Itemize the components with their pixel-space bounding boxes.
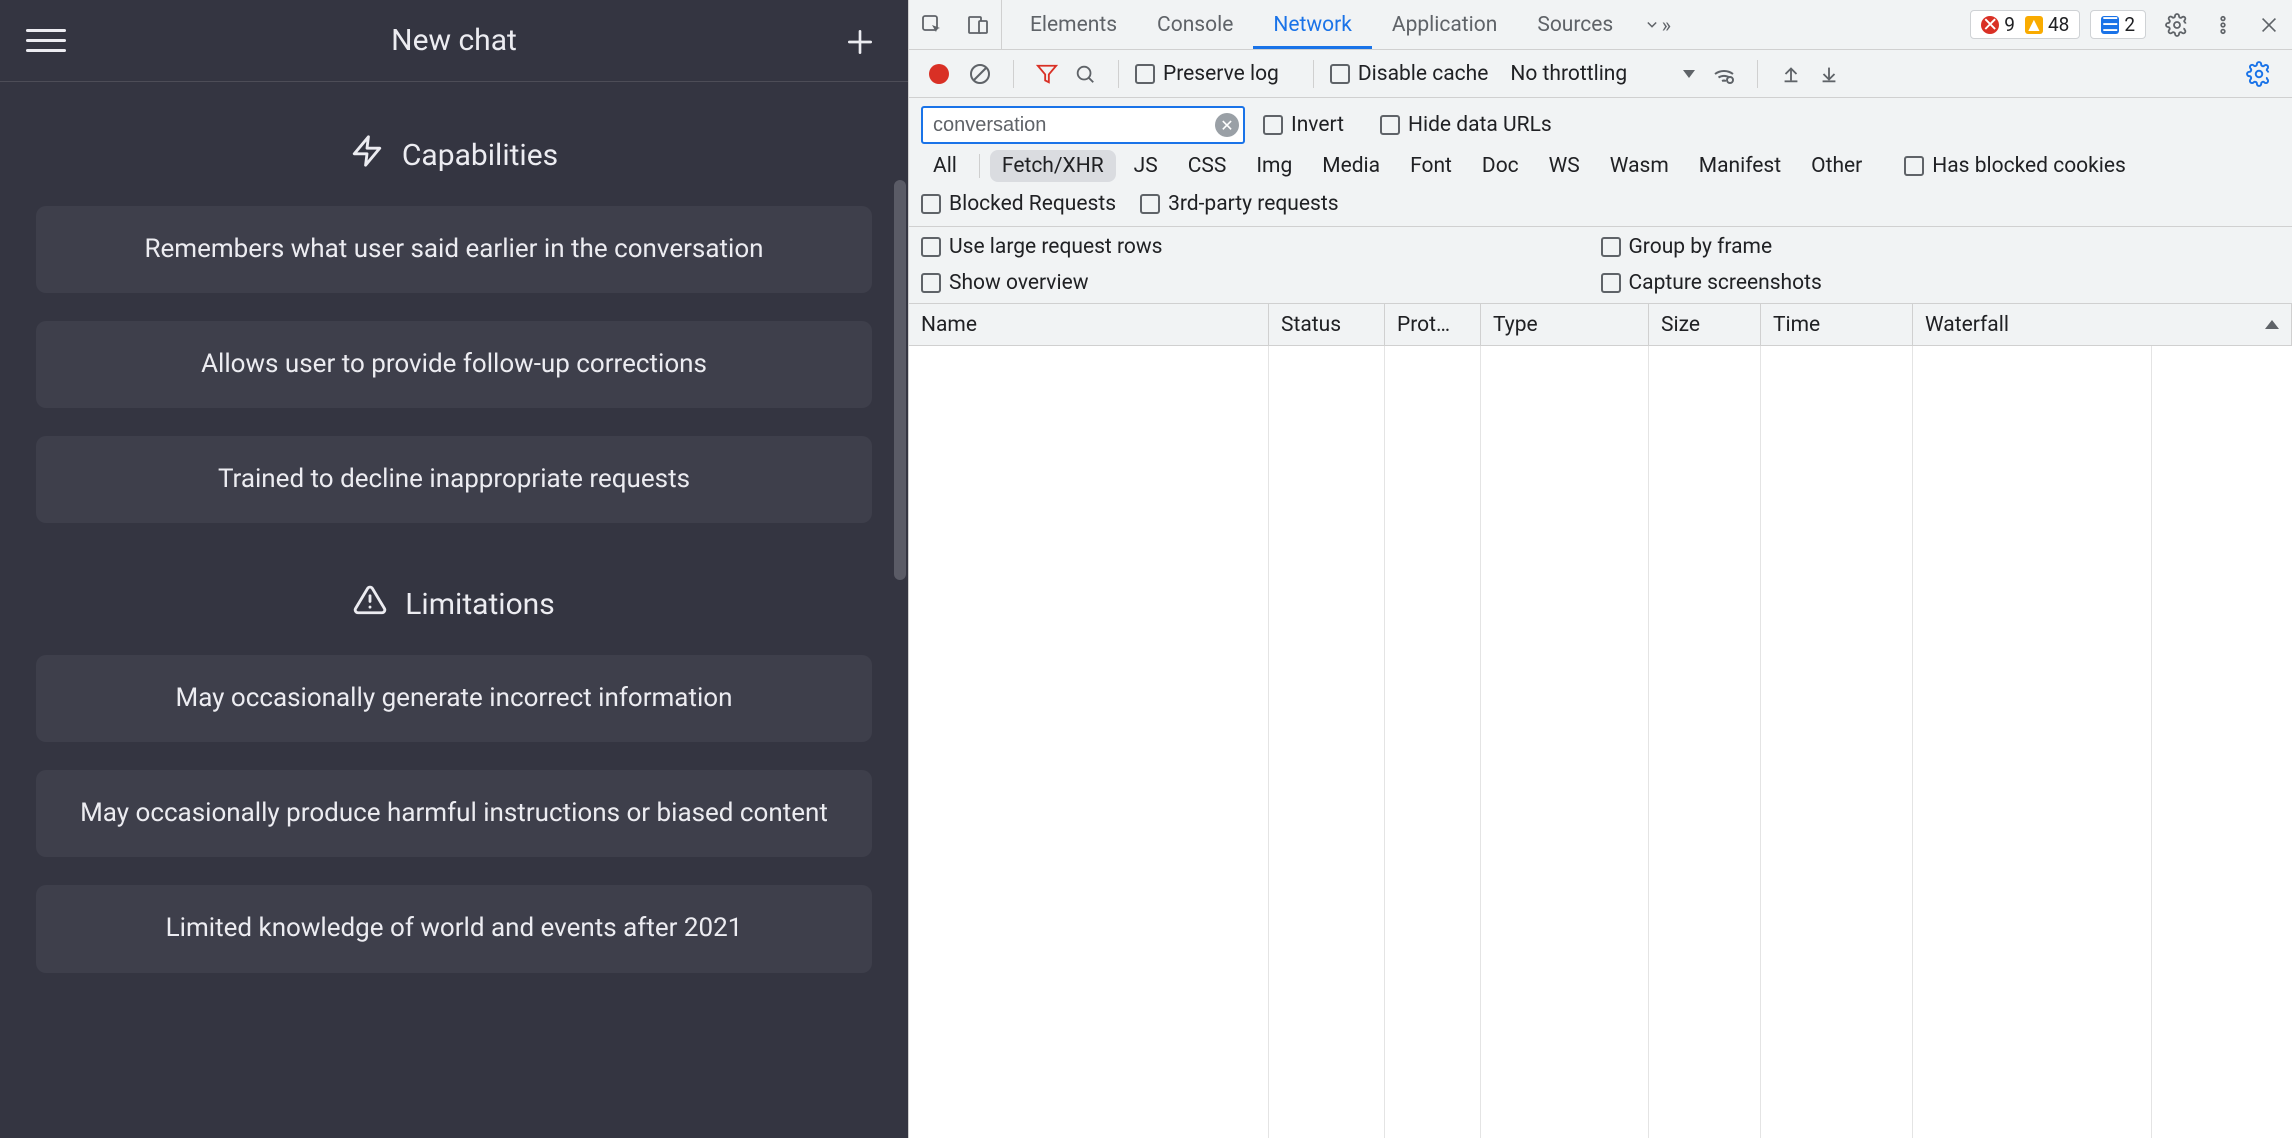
limitation-item[interactable]: May occasionally generate incorrect info… [36, 655, 872, 742]
upload-har-icon[interactable] [1774, 57, 1808, 91]
blocked-cookies-checkbox[interactable]: Has blocked cookies [1904, 154, 2126, 178]
limitation-item[interactable]: Limited knowledge of world and events af… [36, 885, 872, 972]
settings-icon[interactable] [2154, 0, 2200, 49]
tab-elements[interactable]: Elements [1010, 0, 1137, 49]
tab-application[interactable]: Application [1372, 0, 1517, 49]
hide-data-urls-checkbox[interactable]: Hide data URLs [1380, 113, 1552, 137]
menu-icon[interactable] [26, 29, 66, 52]
tab-sources[interactable]: Sources [1517, 0, 1633, 49]
request-type-filters-2: Blocked Requests 3rd-party requests [909, 192, 2292, 226]
issues-badge[interactable]: ✕9 ▲48 [1970, 10, 2080, 39]
disable-cache-checkbox[interactable]: Disable cache [1330, 62, 1489, 86]
group-by-frame-checkbox[interactable]: Group by frame [1601, 235, 2263, 259]
third-party-checkbox[interactable]: 3rd-party requests [1140, 192, 1338, 216]
col-time[interactable]: Time [1761, 304, 1913, 345]
capability-item[interactable]: Allows user to provide follow-up correct… [36, 321, 872, 408]
network-table-header: Name Status Prot… Type Size Time Waterfa… [909, 304, 2292, 346]
col-protocol[interactable]: Prot… [1385, 304, 1481, 345]
kebab-menu-icon[interactable] [2200, 0, 2246, 49]
chat-pane: New chat Capabilities Remembers what use… [0, 0, 908, 1138]
throttling-select[interactable]: No throttling [1510, 62, 1695, 86]
col-waterfall[interactable]: Waterfall [1913, 304, 2292, 345]
capture-screenshots-checkbox[interactable]: Capture screenshots [1601, 271, 2263, 295]
filter-input[interactable] [921, 106, 1245, 144]
col-name[interactable]: Name [909, 304, 1269, 345]
record-button[interactable] [929, 64, 949, 84]
type-font[interactable]: Font [1398, 150, 1464, 182]
chat-header: New chat [0, 0, 908, 82]
message-count: 2 [2124, 13, 2135, 36]
invert-checkbox[interactable]: Invert [1263, 113, 1344, 137]
messages-badge[interactable]: ☰2 [2090, 10, 2146, 39]
lightning-icon [350, 134, 384, 176]
filter-row: ✕ Invert Hide data URLs [909, 98, 2292, 144]
clear-filter-icon[interactable]: ✕ [1215, 113, 1239, 137]
clear-icon[interactable] [963, 57, 997, 91]
chat-body: Capabilities Remembers what user said ea… [0, 82, 908, 1138]
chevron-down-icon [1683, 70, 1695, 78]
preserve-log-checkbox[interactable]: Preserve log [1135, 62, 1279, 86]
new-chat-button[interactable] [842, 24, 878, 60]
network-options: Use large request rows Group by frame Sh… [909, 226, 2292, 304]
capabilities-label: Capabilities [402, 138, 558, 173]
network-settings-icon[interactable] [2236, 50, 2282, 97]
device-toolbar-icon[interactable] [955, 0, 1001, 49]
type-wasm[interactable]: Wasm [1598, 150, 1681, 182]
limitations-list: May occasionally generate incorrect info… [36, 655, 872, 972]
devtools-pane: Elements Console Network Application Sou… [908, 0, 2292, 1138]
type-manifest[interactable]: Manifest [1687, 150, 1793, 182]
limitations-label: Limitations [405, 587, 554, 622]
network-toolbar: Preserve log Disable cache No throttling [909, 50, 2292, 98]
download-har-icon[interactable] [1812, 57, 1846, 91]
network-conditions-icon[interactable] [1707, 57, 1741, 91]
request-type-filters: All Fetch/XHR JS CSS Img Media Font Doc … [909, 144, 2292, 192]
limitation-item[interactable]: May occasionally produce harmful instruc… [36, 770, 872, 857]
tab-network[interactable]: Network [1253, 0, 1372, 49]
blocked-requests-checkbox[interactable]: Blocked Requests [921, 192, 1116, 216]
limitations-heading: Limitations [36, 583, 872, 625]
inspect-element-icon[interactable] [909, 0, 955, 49]
network-table-body [909, 346, 2292, 1138]
type-all[interactable]: All [921, 150, 969, 182]
large-rows-checkbox[interactable]: Use large request rows [921, 235, 1583, 259]
capabilities-heading: Capabilities [36, 134, 872, 176]
close-devtools-icon[interactable] [2246, 0, 2292, 49]
capabilities-list: Remembers what user said earlier in the … [36, 206, 872, 523]
type-media[interactable]: Media [1310, 150, 1392, 182]
tab-console[interactable]: Console [1137, 0, 1253, 49]
type-other[interactable]: Other [1799, 150, 1874, 182]
sort-ascending-icon [2265, 320, 2279, 329]
type-doc[interactable]: Doc [1470, 150, 1531, 182]
type-fetch-xhr[interactable]: Fetch/XHR [990, 150, 1116, 182]
error-count: 9 [2004, 13, 2015, 36]
search-icon[interactable] [1068, 57, 1102, 91]
warning-count: 48 [2048, 13, 2069, 36]
devtools-tabbar: Elements Console Network Application Sou… [909, 0, 2292, 50]
col-type[interactable]: Type [1481, 304, 1649, 345]
type-img[interactable]: Img [1244, 150, 1304, 182]
col-size[interactable]: Size [1649, 304, 1761, 345]
capability-item[interactable]: Trained to decline inappropriate request… [36, 436, 872, 523]
chat-title: New chat [391, 23, 517, 58]
col-status[interactable]: Status [1269, 304, 1385, 345]
show-overview-checkbox[interactable]: Show overview [921, 271, 1583, 295]
type-ws[interactable]: WS [1537, 150, 1592, 182]
chat-scrollbar[interactable] [890, 0, 906, 1138]
type-js[interactable]: JS [1122, 150, 1170, 182]
filter-icon[interactable] [1030, 57, 1064, 91]
capability-item[interactable]: Remembers what user said earlier in the … [36, 206, 872, 293]
type-css[interactable]: CSS [1176, 150, 1239, 182]
warning-icon [353, 583, 387, 625]
more-tabs-icon[interactable]: » [1633, 0, 1679, 49]
